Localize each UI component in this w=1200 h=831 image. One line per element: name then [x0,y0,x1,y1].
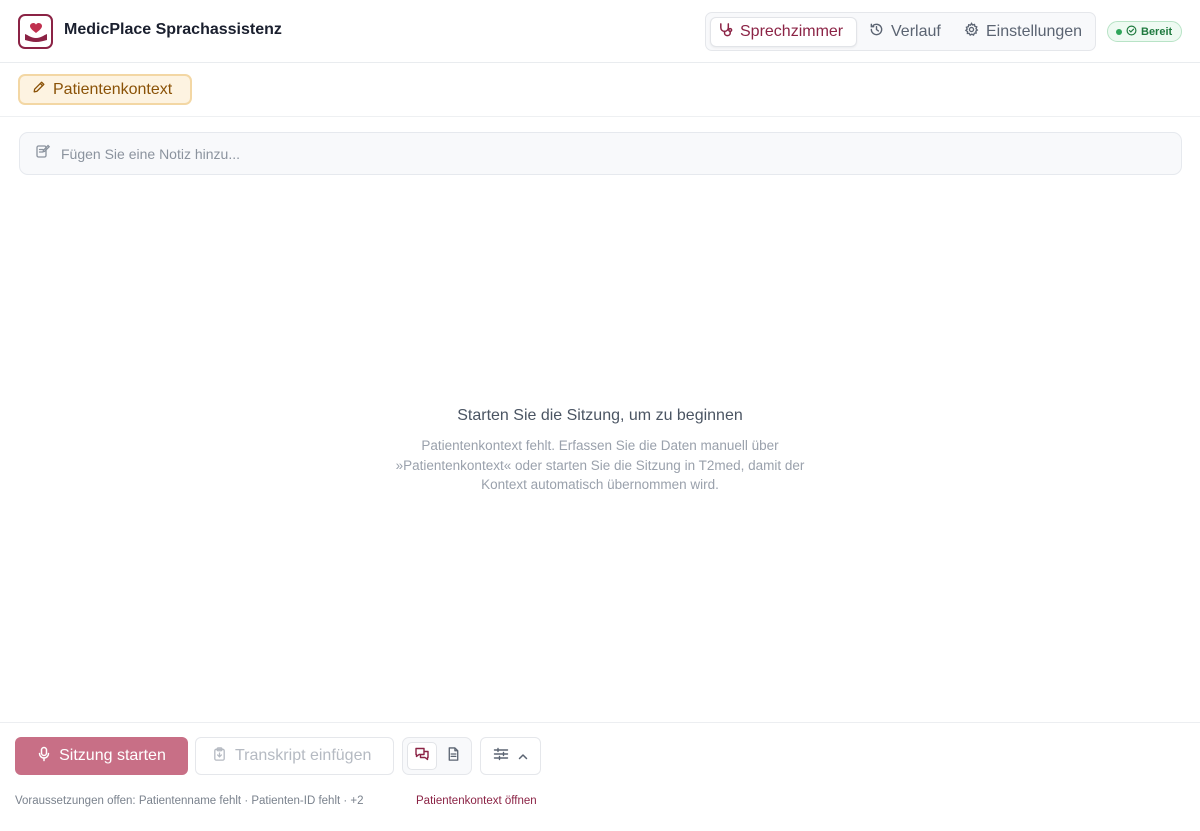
stethoscope-icon [718,22,733,42]
app-header: MedicPlace Sprachassistenz Sprechzimmer [0,0,1200,63]
status-dot-icon [1116,28,1122,35]
tab-verlauf[interactable]: Verlauf [862,17,948,47]
empty-state-description: Patientenkontext fehlt. Erfassen Sie die… [395,438,805,492]
note-field[interactable] [19,132,1182,175]
note-input[interactable] [61,145,1161,162]
chat-bubbles-icon [414,746,430,767]
clipboard-icon [212,746,227,767]
tab-label: Einstellungen [986,23,1083,40]
document-icon [446,746,461,767]
insert-transcript-label: Transkript einfügen [235,747,372,764]
check-circle-icon [1126,25,1137,39]
app-title: MedicPlace Sprachassistenz [64,21,282,38]
options-dropdown-button[interactable] [480,737,541,775]
microphone-icon [37,746,51,767]
status-label: Bereit [1141,25,1173,38]
gear-icon [964,22,979,42]
prerequisites-text: Voraussetzungen offen: Patientenname feh… [15,795,364,807]
patient-context-label: Patientenkontext [53,80,173,98]
empty-state-title: Starten Sie die Sitzung, um zu beginnen [457,407,743,424]
tab-label: Sprechzimmer [740,23,844,40]
open-patient-context-link[interactable]: Patientenkontext öffnen [416,795,537,807]
bottom-toolbar: Sitzung starten Transkript einfügen Vora… [0,722,1200,831]
insert-transcript-button[interactable]: Transkript einfügen [195,737,394,775]
sliders-icon [493,747,509,766]
chevron-up-icon [518,747,528,765]
view-toggle [402,737,472,775]
main-nav: Sprechzimmer Verlauf Einstellungen [705,12,1096,51]
tab-sprechzimmer[interactable]: Sprechzimmer [710,17,857,47]
tab-label: Verlauf [891,23,941,40]
chat-view-button[interactable] [407,742,437,770]
start-session-button[interactable]: Sitzung starten [15,737,188,775]
status-badge: Bereit [1107,21,1182,42]
heart-hands-icon [18,14,53,49]
pencil-icon [32,80,46,99]
note-edit-icon [35,143,51,164]
history-icon [869,22,884,42]
start-session-label: Sitzung starten [59,747,166,764]
context-bar: Patientenkontext [0,63,1200,117]
patient-context-button[interactable]: Patientenkontext [18,74,192,105]
document-view-button[interactable] [438,742,468,770]
tab-einstellungen[interactable]: Einstellungen [957,17,1089,47]
